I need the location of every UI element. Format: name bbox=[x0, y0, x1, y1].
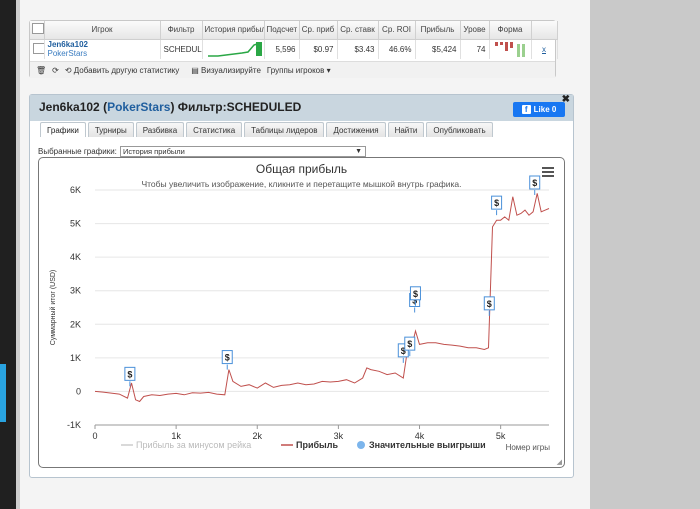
col-avg-stake[interactable]: Ср. ставк bbox=[337, 21, 379, 40]
col-avg-profit[interactable]: Ср. приб bbox=[299, 21, 338, 40]
panel-filter-label: Фильтр: bbox=[177, 100, 227, 114]
y-tick-label: 6K bbox=[70, 185, 81, 195]
panel-site-link[interactable]: PokerStars bbox=[107, 100, 170, 114]
chart-select-value: История прибыли bbox=[123, 147, 185, 156]
avg-profit-cell: $0.97 bbox=[299, 39, 338, 59]
profit-series-line bbox=[94, 193, 550, 403]
select-all-header[interactable] bbox=[30, 21, 45, 40]
visualize-button[interactable]: ▤ Визуализируйте bbox=[191, 66, 261, 75]
selected-charts-label: Выбранные графики: bbox=[38, 147, 117, 156]
big-win-label: $ bbox=[532, 178, 537, 188]
stats-table-panel: Игрок Фильтр История прибыли Подсчет Ср.… bbox=[29, 20, 558, 78]
y-axis-label: Суммарный итог (USD) bbox=[49, 270, 57, 346]
profit-chart[interactable]: 6K5K4K3K2K1K0-1K0 1k 2k 3k 4k 5kСуммарный ито… bbox=[39, 158, 566, 469]
col-profit[interactable]: Прибыль bbox=[415, 21, 461, 40]
profit-history-sparkline bbox=[202, 39, 265, 59]
panel-header: Jen6ka102 (PokerStars) Фильтр:SCHEDULED … bbox=[30, 94, 573, 121]
x-tick-label: 5k bbox=[496, 431, 506, 441]
big-win-label: $ bbox=[225, 353, 230, 363]
x-tick-label: 2k bbox=[253, 431, 263, 441]
tab-find[interactable]: Найти bbox=[387, 122, 425, 137]
col-level[interactable]: Урове bbox=[460, 21, 490, 40]
col-avg-roi[interactable]: Ср. ROI bbox=[378, 21, 416, 40]
tab-breakdown[interactable]: Разбивка bbox=[135, 122, 185, 137]
sparkline-icon bbox=[207, 42, 262, 57]
big-win-label: $ bbox=[127, 369, 132, 379]
tab-publish[interactable]: Опубликовать bbox=[426, 122, 493, 137]
like-label: Like 0 bbox=[533, 105, 557, 114]
refresh-icon[interactable]: ⟳ bbox=[52, 66, 59, 75]
big-win-label: $ bbox=[407, 339, 412, 349]
left-blue-marker bbox=[0, 364, 6, 422]
add-stat-button[interactable]: ⟲ Добавить другую статистику bbox=[65, 66, 179, 75]
level-cell: 74 bbox=[460, 39, 490, 59]
player-name-link[interactable]: Jen6ka102 bbox=[48, 40, 157, 49]
big-win-label: $ bbox=[413, 289, 418, 299]
panel-player-name: Jen6ka102 bbox=[39, 100, 100, 114]
col-filter[interactable]: Фильтр bbox=[160, 21, 203, 40]
col-count[interactable]: Подсчет bbox=[264, 21, 300, 40]
x-tick-label: 0 bbox=[92, 431, 97, 441]
y-tick-label: 4K bbox=[70, 252, 81, 262]
row-checkbox[interactable] bbox=[33, 42, 43, 54]
tab-charts[interactable]: Графики bbox=[40, 122, 86, 137]
legend-rake-label: Прибыль за минусом рейка bbox=[136, 440, 251, 450]
stats-table: Игрок Фильтр История прибыли Подсчет Ср.… bbox=[30, 21, 558, 59]
big-win-label: $ bbox=[487, 299, 492, 309]
count-cell: 5,596 bbox=[264, 39, 300, 59]
facebook-icon: f bbox=[521, 105, 531, 114]
form-cell bbox=[489, 39, 532, 59]
trash-icon[interactable]: 🗑 bbox=[36, 66, 46, 75]
col-empty bbox=[531, 21, 558, 40]
player-groups-label: Группы игроков bbox=[266, 65, 325, 75]
col-form[interactable]: Форма bbox=[489, 21, 532, 40]
profit-cell: $5,424 bbox=[415, 39, 461, 59]
y-tick-label: 1K bbox=[70, 353, 81, 363]
tab-tournaments[interactable]: Турниры bbox=[87, 122, 134, 137]
panel-tabs: Графики Турниры Разбивка Статистика Табл… bbox=[40, 122, 493, 137]
player-cell: Jen6ka102 PokerStars bbox=[44, 39, 161, 59]
y-tick-label: 0 bbox=[76, 386, 81, 396]
y-tick-label: -1K bbox=[67, 420, 81, 430]
add-stat-label: Добавить другую статистику bbox=[73, 65, 180, 75]
panel-filter-value: SCHEDULED bbox=[226, 100, 302, 114]
remove-row-link[interactable]: x bbox=[542, 45, 546, 54]
table-row: Jen6ka102 PokerStars SCHEDUL 5,596 $0.97… bbox=[30, 39, 558, 59]
stats-header-row: Игрок Фильтр История прибыли Подсчет Ср.… bbox=[30, 21, 558, 40]
player-groups-dropdown[interactable]: Группы игроков ▾ bbox=[267, 66, 331, 75]
select-all-checkbox[interactable] bbox=[32, 23, 43, 35]
y-tick-label: 5K bbox=[70, 219, 81, 229]
y-tick-label: 2K bbox=[70, 319, 81, 329]
big-win-label: $ bbox=[494, 198, 499, 208]
player-chart-panel: Jen6ka102 (PokerStars) Фильтр:SCHEDULED … bbox=[29, 94, 574, 478]
legend-bigwin-swatch bbox=[357, 441, 365, 449]
chart-select[interactable]: История прибыли ▼ bbox=[120, 146, 366, 157]
avg-stake-cell: $3.43 bbox=[337, 39, 379, 59]
form-bars-icon bbox=[494, 42, 525, 58]
facebook-like-button[interactable]: f Like 0 bbox=[513, 102, 565, 117]
site-link[interactable]: PokerStars bbox=[48, 49, 157, 58]
legend-bigwin-label: Значительные выигрыши bbox=[369, 440, 486, 450]
left-edge-strip bbox=[0, 0, 16, 509]
tab-achievements[interactable]: Достижения bbox=[326, 122, 386, 137]
right-side-area bbox=[590, 0, 700, 509]
resize-handle-icon[interactable]: ◢ bbox=[557, 458, 562, 466]
tab-leaderboards[interactable]: Таблицы лидеров bbox=[244, 122, 325, 137]
legend-profit-label: Прибыль bbox=[296, 440, 338, 450]
filter-cell: SCHEDUL bbox=[160, 39, 203, 59]
avg-roi-cell: 46.6% bbox=[378, 39, 416, 59]
chevron-down-icon: ▼ bbox=[355, 148, 362, 155]
stats-toolbar: 🗑 ⟳ ⟲ Добавить другую статистику ▤ Визуа… bbox=[30, 61, 555, 78]
y-tick-label: 3K bbox=[70, 286, 81, 296]
visualize-label: Визуализируйте bbox=[201, 65, 261, 75]
panel-title: Jen6ka102 (PokerStars) Фильтр:SCHEDULED bbox=[39, 100, 302, 114]
chart-container[interactable]: Общая прибыль Чтобы увеличить изображени… bbox=[38, 157, 565, 468]
x-axis-label: Номер игры bbox=[506, 443, 551, 452]
col-player[interactable]: Игрок bbox=[44, 21, 161, 40]
tab-statistics[interactable]: Статистика bbox=[186, 122, 243, 137]
col-profit-history[interactable]: История прибыли bbox=[202, 21, 265, 40]
